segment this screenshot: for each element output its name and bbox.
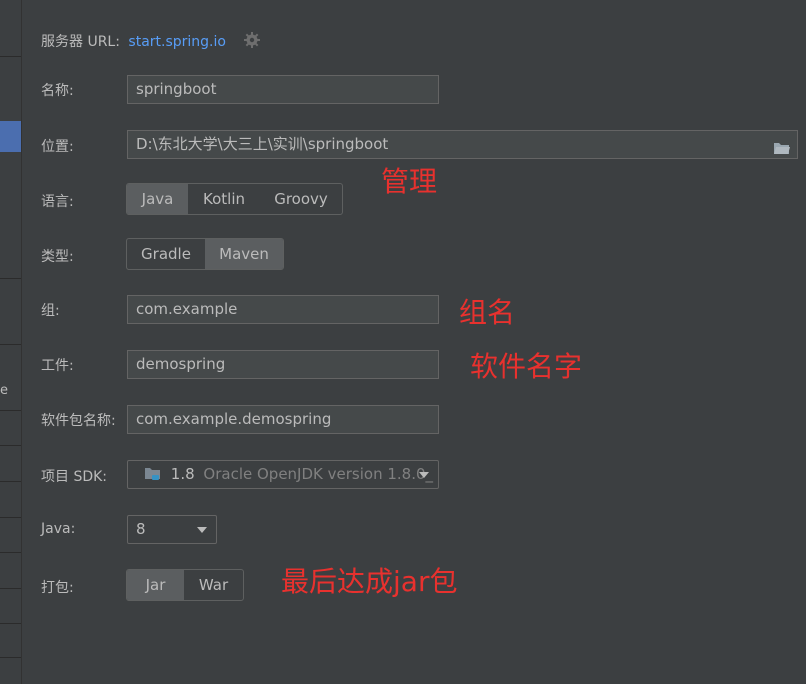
java-version-value: 8 <box>136 520 146 538</box>
type-label: 类型: <box>41 249 74 265</box>
chevron-down-icon <box>197 527 207 533</box>
name-label: 名称: <box>41 83 74 99</box>
packaging-option-war[interactable]: War <box>184 570 243 600</box>
build-type-segmented-control: Gradle Maven <box>126 238 284 270</box>
sdk-version: 1.8 <box>170 465 195 483</box>
jdk-folder-icon <box>144 463 162 480</box>
annotation-manage: 管理 <box>381 165 438 198</box>
list-separator <box>0 623 21 624</box>
group-field[interactable]: com.example <box>127 295 439 324</box>
name-field[interactable]: springboot <box>127 75 439 104</box>
java-version-label: Java: <box>41 521 76 537</box>
list-separator <box>0 481 21 482</box>
list-separator <box>0 410 21 411</box>
language-label: 语言: <box>41 194 74 210</box>
list-separator <box>0 445 21 446</box>
list-separator <box>0 552 21 553</box>
server-url-label-text: 服务器 URL: <box>41 34 120 50</box>
server-url-link[interactable]: start.spring.io <box>128 34 226 50</box>
gear-icon[interactable] <box>244 32 260 48</box>
group-label: 组: <box>41 303 60 319</box>
project-type-list-edge: e <box>0 0 22 684</box>
language-option-kotlin[interactable]: Kotlin <box>188 184 260 214</box>
java-version-dropdown[interactable]: 8 <box>127 515 217 544</box>
type-option-maven[interactable]: Maven <box>205 239 283 269</box>
language-option-java[interactable]: Java <box>127 184 188 214</box>
type-option-gradle[interactable]: Gradle <box>127 239 205 269</box>
truncated-list-text: e <box>0 383 8 398</box>
folder-icon[interactable] <box>773 137 791 154</box>
annotation-software-name: 软件名字 <box>470 350 583 383</box>
sdk-description: Oracle OpenJDK version 1.8.0_ <box>203 465 434 483</box>
list-separator <box>0 278 21 279</box>
package-name-field[interactable]: com.example.demospring <box>127 405 439 434</box>
language-segmented-control: Java Kotlin Groovy <box>126 183 343 215</box>
chevron-down-icon <box>419 472 429 478</box>
artifact-field[interactable]: demospring <box>127 350 439 379</box>
list-separator <box>0 344 21 345</box>
packaging-label: 打包: <box>41 580 74 596</box>
project-sdk-dropdown[interactable]: 1.8 Oracle OpenJDK version 1.8.0_ <box>127 460 439 489</box>
list-separator <box>0 657 21 658</box>
packaging-segmented-control: Jar War <box>126 569 244 601</box>
package-name-label: 软件包名称: <box>41 413 116 429</box>
packaging-option-jar[interactable]: Jar <box>127 570 185 600</box>
location-value: D:\东北大学\大三上\实训\springboot <box>136 135 389 153</box>
artifact-label: 工件: <box>41 358 74 374</box>
annotation-final-jar: 最后达成jar包 <box>281 565 458 598</box>
list-separator <box>0 517 21 518</box>
project-sdk-label: 项目 SDK: <box>41 469 108 485</box>
annotation-group-name: 组名 <box>459 296 516 329</box>
location-label: 位置: <box>41 139 74 155</box>
location-field[interactable]: D:\东北大学\大三上\实训\springboot <box>127 130 798 159</box>
server-url-label: 服务器 URL: start.spring.io <box>41 31 226 51</box>
list-separator <box>0 588 21 589</box>
selected-list-item[interactable] <box>0 121 21 152</box>
language-option-groovy[interactable]: Groovy <box>260 184 342 214</box>
list-separator <box>0 56 21 57</box>
